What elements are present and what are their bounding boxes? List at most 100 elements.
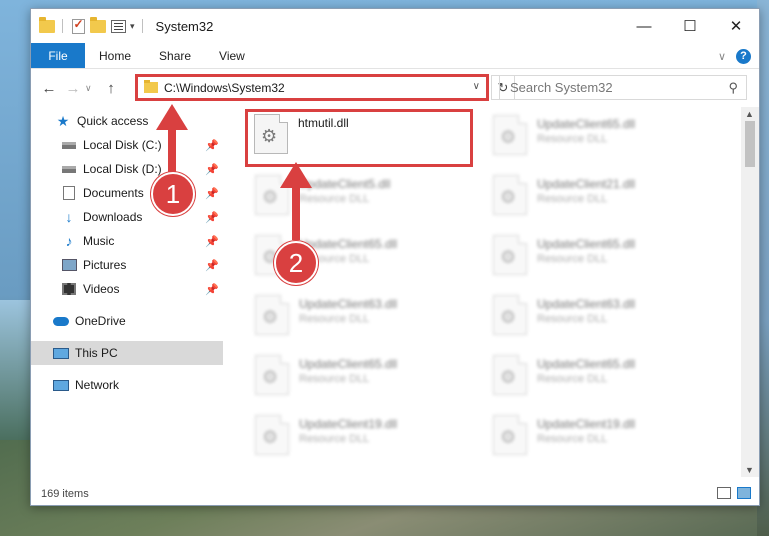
- file-name: UpdateClient65.dll: [299, 237, 398, 251]
- dll-file-icon: ⚙: [493, 235, 527, 275]
- scroll-down-icon[interactable]: ▼: [745, 465, 754, 475]
- this-pc-icon: [53, 345, 69, 361]
- file-item[interactable]: ⚙ UpdateClient65.dll Resource DLL: [249, 353, 485, 409]
- pin-icon[interactable]: 📌: [205, 259, 219, 272]
- videos-icon: [61, 281, 77, 297]
- back-button[interactable]: ←: [37, 76, 61, 100]
- customize-toolbar-chevron-icon[interactable]: ▾: [130, 21, 135, 32]
- nav-item-label: OneDrive: [75, 314, 126, 328]
- file-item[interactable]: ⚙ UpdateClient19.dll Resource DLL: [249, 413, 485, 469]
- file-item[interactable]: ⚙ UpdateClient21.dll Resource DLL: [487, 173, 723, 229]
- tab-file[interactable]: File: [31, 43, 85, 68]
- download-icon: ↓: [65, 209, 73, 225]
- nav-item-pictures[interactable]: Pictures 📌: [31, 253, 223, 277]
- properties-check-icon[interactable]: [70, 17, 86, 34]
- folder-icon: [39, 16, 55, 34]
- nav-item-local-disk-c[interactable]: Local Disk (C:) 📌: [31, 133, 223, 157]
- file-name: UpdateClient65.dll: [537, 357, 636, 371]
- file-name: htmutil.dll: [298, 116, 349, 130]
- quick-access-toolbar: ▾ System32: [31, 16, 213, 34]
- nav-item-label: This PC: [75, 346, 118, 360]
- pin-icon[interactable]: 📌: [205, 163, 219, 176]
- nav-item-label: Pictures: [83, 258, 127, 272]
- explorer-body: ★ Quick access Local Disk (C:) 📌 Local D…: [31, 107, 759, 477]
- file-item[interactable]: ⚙ UpdateClient65.dll Resource DLL: [487, 113, 723, 169]
- dll-file-icon: ⚙: [255, 355, 289, 395]
- file-item[interactable]: ⚙ UpdateClient19.dll Resource DLL: [487, 413, 723, 469]
- tab-home[interactable]: Home: [85, 43, 145, 68]
- scroll-up-icon[interactable]: ▲: [745, 109, 754, 119]
- dll-file-icon: ⚙: [255, 295, 289, 335]
- new-folder-icon[interactable]: [90, 16, 106, 34]
- toolbar-divider: [141, 19, 143, 33]
- documents-icon: [61, 185, 77, 201]
- search-placeholder: Search System32: [510, 80, 613, 95]
- nav-item-onedrive[interactable]: OneDrive: [31, 309, 223, 333]
- ribbon-right-controls: ∨ ?: [718, 43, 751, 69]
- file-item-highlighted[interactable]: ⚙ htmutil.dll: [245, 109, 473, 167]
- file-type: Resource DLL: [299, 313, 370, 325]
- nav-item-downloads[interactable]: ↓ Downloads 📌: [31, 205, 223, 229]
- dll-file-icon: ⚙: [254, 114, 288, 154]
- file-item[interactable]: ⚙ UpdateClient65.dll Resource DLL: [487, 233, 723, 289]
- pictures-icon: [61, 257, 77, 273]
- view-switcher: [717, 487, 751, 499]
- navigation-pane: ★ Quick access Local Disk (C:) 📌 Local D…: [31, 107, 223, 477]
- nav-item-network[interactable]: Network: [31, 373, 223, 397]
- nav-item-label: Downloads: [83, 210, 143, 224]
- file-item[interactable]: ⚙ UpdateClient65.dll Resource DLL: [487, 353, 723, 409]
- tab-share[interactable]: Share: [145, 43, 205, 68]
- address-dropdown-chevron-icon[interactable]: ∨: [473, 81, 480, 92]
- pin-icon[interactable]: 📌: [205, 139, 219, 152]
- step-2-badge: 2: [274, 241, 318, 285]
- dll-file-icon: ⚙: [493, 415, 527, 455]
- dll-file-icon: ⚙: [493, 115, 527, 155]
- forward-button[interactable]: →: [61, 76, 85, 100]
- dll-file-icon: ⚙: [493, 175, 527, 215]
- tab-view[interactable]: View: [205, 43, 259, 68]
- scrollbar-thumb[interactable]: [745, 121, 755, 167]
- file-name: UpdateClient65.dll: [537, 117, 636, 131]
- file-item[interactable]: ⚙ UpdateClient63.dll Resource DLL: [249, 293, 485, 349]
- nav-item-label: Local Disk (D:): [83, 162, 162, 176]
- pin-icon[interactable]: 📌: [205, 211, 219, 224]
- file-item[interactable]: ⚙ UpdateClient63.dll Resource DLL: [487, 293, 723, 349]
- file-type: Resource DLL: [537, 313, 608, 325]
- up-button[interactable]: ↑: [99, 76, 123, 100]
- recent-locations-chevron-icon[interactable]: ∨: [85, 83, 99, 94]
- maximize-button[interactable]: ☐: [667, 9, 713, 43]
- nav-item-this-pc[interactable]: This PC: [31, 341, 223, 365]
- file-type: Resource DLL: [537, 193, 608, 205]
- file-name: UpdateClient21.dll: [537, 177, 636, 191]
- nav-item-label: Videos: [83, 282, 120, 296]
- nav-item-videos[interactable]: Videos 📌: [31, 277, 223, 301]
- file-name: UpdateClient65.dll: [299, 357, 398, 371]
- address-bar[interactable]: C:\Windows\System32 ∨: [135, 74, 489, 101]
- close-button[interactable]: ✕: [713, 9, 759, 43]
- music-icon: ♪: [65, 233, 73, 249]
- nav-item-music[interactable]: ♪ Music 📌: [31, 229, 223, 253]
- help-icon[interactable]: ?: [736, 48, 751, 64]
- pin-icon[interactable]: 📌: [205, 235, 219, 248]
- minimize-button[interactable]: —: [621, 9, 667, 43]
- item-count: 169 items: [41, 488, 89, 500]
- file-name: UpdateClient19.dll: [537, 417, 636, 431]
- vertical-scrollbar[interactable]: ▲ ▼: [741, 107, 759, 477]
- expand-ribbon-chevron-icon[interactable]: ∨: [718, 50, 726, 63]
- file-type: Resource DLL: [537, 133, 608, 145]
- properties-icon[interactable]: [110, 18, 126, 34]
- details-view-icon[interactable]: [717, 487, 731, 499]
- pin-icon[interactable]: 📌: [205, 187, 219, 200]
- file-explorer-window: ▾ System32 — ☐ ✕ File Home Share View ∨ …: [30, 8, 760, 506]
- nav-item-local-disk-d[interactable]: Local Disk (D:) 📌: [31, 157, 223, 181]
- large-icons-view-icon[interactable]: [737, 487, 751, 499]
- file-type: Resource DLL: [537, 253, 608, 265]
- search-input[interactable]: Search System32 ⚲: [499, 75, 747, 100]
- desktop-background-left: [0, 300, 30, 440]
- star-icon: ★: [56, 112, 70, 129]
- arrow-shaft: [292, 184, 300, 240]
- nav-item-label: Local Disk (C:): [83, 138, 162, 152]
- pin-icon[interactable]: 📌: [205, 283, 219, 296]
- gear-icon: ⚙: [261, 126, 278, 146]
- nav-item-quick-access[interactable]: ★ Quick access: [31, 109, 223, 133]
